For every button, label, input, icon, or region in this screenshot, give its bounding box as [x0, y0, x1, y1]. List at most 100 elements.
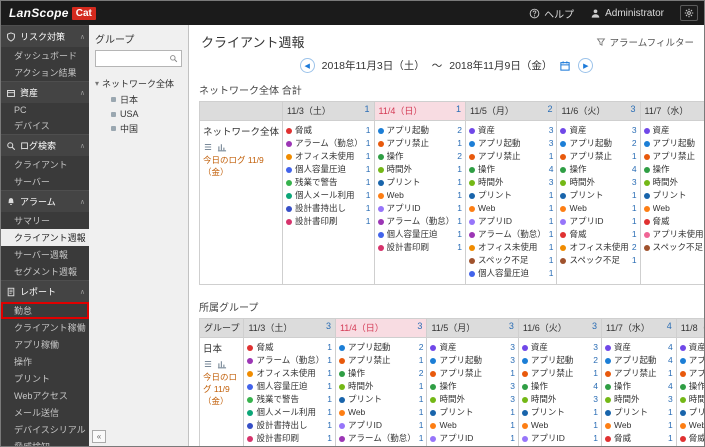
alarm-count-link[interactable]: 3: [632, 176, 637, 189]
alarm-count-link[interactable]: 3: [510, 341, 515, 354]
alarm-count-link[interactable]: 1: [549, 202, 554, 215]
alarm-count-link[interactable]: 3: [593, 341, 598, 354]
list-icon[interactable]: [203, 359, 213, 369]
alarm-count-link[interactable]: 1: [327, 380, 332, 393]
alarm-count-link[interactable]: 1: [593, 445, 598, 446]
alarm-count-link[interactable]: 4: [593, 380, 598, 393]
alarm-count-link[interactable]: 1: [549, 189, 554, 202]
settings-button[interactable]: [680, 5, 698, 21]
alarm-count-link[interactable]: 1: [549, 228, 554, 241]
alarm-count-link[interactable]: 1: [366, 150, 371, 163]
alarm-count-link[interactable]: 2: [632, 137, 637, 150]
alarm-count-link[interactable]: 2: [419, 367, 424, 380]
alarm-count-link[interactable]: 3: [510, 380, 515, 393]
today-log-link[interactable]: 今日のログ 11/9（金）: [203, 154, 279, 178]
alarm-filter-button[interactable]: アラームフィルター: [596, 35, 694, 49]
alarm-count-link[interactable]: 1: [668, 432, 673, 445]
alarm-count-link[interactable]: 1: [549, 150, 554, 163]
alarm-count-link[interactable]: 1: [632, 254, 637, 267]
sidebar-item[interactable]: サマリー: [1, 212, 89, 229]
alarm-count-link[interactable]: 1: [419, 419, 424, 432]
alarm-count-link[interactable]: 1: [549, 215, 554, 228]
sidebar-item[interactable]: サーバー: [1, 173, 89, 190]
sidebar-item[interactable]: デバイスシリアル: [1, 421, 89, 438]
sidebar-item[interactable]: 操作: [1, 353, 89, 370]
group-search-input[interactable]: [99, 53, 169, 64]
alarm-count-link[interactable]: 1: [593, 406, 598, 419]
tree-node[interactable]: 中国: [95, 119, 182, 135]
alarm-count-link[interactable]: 4: [549, 163, 554, 176]
alarm-count-link[interactable]: 2: [419, 341, 424, 354]
alarm-count-link[interactable]: 1: [632, 228, 637, 241]
alarm-count-link[interactable]: 1: [419, 354, 424, 367]
alarm-count-link[interactable]: 1: [366, 202, 371, 215]
alarm-count-link[interactable]: 3: [510, 393, 515, 406]
sidebar-item[interactable]: クライアント稼働: [1, 319, 89, 336]
sidebar-item[interactable]: セグメント週報: [1, 263, 89, 280]
tree-node[interactable]: 日本: [95, 90, 182, 106]
alarm-count-link[interactable]: 1: [366, 124, 371, 137]
alarm-count-link[interactable]: 3: [668, 393, 673, 406]
sidebar-item[interactable]: ダッシュボード: [1, 47, 89, 64]
alarm-count-link[interactable]: 1: [457, 215, 462, 228]
alarm-count-link[interactable]: 1: [510, 419, 515, 432]
collapse-panel-button[interactable]: «: [92, 430, 106, 443]
alarm-count-link[interactable]: 1: [457, 137, 462, 150]
sidebar-section-header[interactable]: リスク対策 ∧: [1, 25, 89, 47]
today-log-link[interactable]: 今日のログ 11/9（金）: [203, 371, 240, 407]
alarm-count-link[interactable]: 1: [327, 419, 332, 432]
alarm-count-link[interactable]: 1: [510, 445, 515, 446]
alarm-count-link[interactable]: 1: [327, 341, 332, 354]
alarm-count-link[interactable]: 3: [632, 124, 637, 137]
calendar-icon[interactable]: [559, 60, 571, 72]
alarm-count-link[interactable]: 1: [327, 393, 332, 406]
alarm-count-link[interactable]: 1: [549, 254, 554, 267]
alarm-count-link[interactable]: 3: [549, 176, 554, 189]
chart-icon[interactable]: [217, 359, 227, 369]
alarm-count-link[interactable]: 3: [549, 124, 554, 137]
alarm-count-link[interactable]: 1: [327, 432, 332, 445]
alarm-count-link[interactable]: 1: [419, 406, 424, 419]
alarm-count-link[interactable]: 1: [549, 267, 554, 280]
prev-week-button[interactable]: ◀: [299, 58, 315, 73]
alarm-count-link[interactable]: 1: [419, 393, 424, 406]
alarm-count-link[interactable]: 1: [327, 406, 332, 419]
alarm-count-link[interactable]: 1: [327, 354, 332, 367]
alarm-count-link[interactable]: 1: [549, 241, 554, 254]
alarm-count-link[interactable]: 1: [366, 176, 371, 189]
alarm-count-link[interactable]: 1: [366, 189, 371, 202]
sidebar-item[interactable]: サーバー週報: [1, 246, 89, 263]
sidebar-section-header[interactable]: アラーム ∧: [1, 190, 89, 212]
alarm-count-link[interactable]: 1: [632, 202, 637, 215]
alarm-count-link[interactable]: 1: [668, 367, 673, 380]
alarm-count-link[interactable]: 1: [510, 367, 515, 380]
alarm-count-link[interactable]: 4: [632, 163, 637, 176]
sidebar-item[interactable]: アプリ稼働: [1, 336, 89, 353]
tree-node[interactable]: USA: [95, 106, 182, 119]
tree-node-root[interactable]: ▾ ネットワーク全体: [95, 77, 182, 90]
alarm-count-link[interactable]: 1: [419, 380, 424, 393]
sidebar-item[interactable]: PC: [1, 103, 89, 117]
chart-icon[interactable]: [217, 142, 227, 152]
alarm-count-link[interactable]: 1: [457, 202, 462, 215]
alarm-count-link[interactable]: 1: [668, 406, 673, 419]
next-week-button[interactable]: ▶: [578, 58, 594, 73]
alarm-count-link[interactable]: 1: [327, 367, 332, 380]
sidebar-item[interactable]: メール送信: [1, 404, 89, 421]
alarm-count-link[interactable]: 1: [510, 406, 515, 419]
sidebar-item[interactable]: 勤怠: [1, 302, 89, 319]
alarm-count-link[interactable]: 1: [632, 150, 637, 163]
sidebar-item[interactable]: デバイス: [1, 117, 89, 134]
alarm-count-link[interactable]: 1: [593, 419, 598, 432]
alarm-count-link[interactable]: 1: [668, 445, 673, 446]
alarm-count-link[interactable]: 1: [419, 445, 424, 446]
alarm-count-link[interactable]: 2: [632, 241, 637, 254]
alarm-count-link[interactable]: 2: [593, 354, 598, 367]
sidebar-section-header[interactable]: ログ検索 ∧: [1, 134, 89, 156]
alarm-count-link[interactable]: 1: [457, 176, 462, 189]
alarm-count-link[interactable]: 3: [510, 354, 515, 367]
alarm-count-link[interactable]: 1: [632, 215, 637, 228]
sidebar-item[interactable]: 脅威検知: [1, 438, 89, 446]
alarm-count-link[interactable]: 1: [632, 189, 637, 202]
help-button[interactable]: ヘルプ: [529, 6, 574, 21]
